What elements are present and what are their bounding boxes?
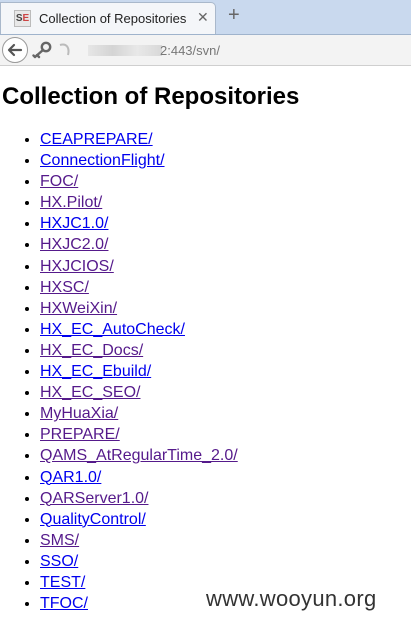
repository-link[interactable]: TEST/ xyxy=(40,574,85,591)
site-identity-icon[interactable] xyxy=(58,43,76,57)
repository-link[interactable]: HXWeiXin/ xyxy=(40,300,117,317)
list-item: QAMS_AtRegularTime_2.0/ xyxy=(40,445,238,466)
list-item: HX.Pilot/ xyxy=(40,192,238,213)
list-item: SSO/ xyxy=(40,551,238,572)
list-item: HXSC/ xyxy=(40,277,238,298)
repository-link[interactable]: HX_EC_Docs/ xyxy=(40,342,143,359)
key-icon[interactable] xyxy=(32,41,52,59)
list-item: QualityControl/ xyxy=(40,509,238,530)
repository-link[interactable]: MyHuaXia/ xyxy=(40,405,118,422)
repository-link[interactable]: QARServer1.0/ xyxy=(40,490,148,507)
repository-link[interactable]: HXJC1.0/ xyxy=(40,215,108,232)
list-item: FOC/ xyxy=(40,171,238,192)
new-tab-button[interactable]: + xyxy=(228,3,240,27)
close-tab-icon[interactable]: ✕ xyxy=(197,9,209,26)
list-item: SMS/ xyxy=(40,530,238,551)
repository-link[interactable]: HXJCIOS/ xyxy=(40,258,114,275)
back-button[interactable] xyxy=(2,37,28,63)
repository-link[interactable]: HX.Pilot/ xyxy=(40,194,102,211)
repository-link[interactable]: QualityControl/ xyxy=(40,511,146,528)
list-item: ConnectionFlight/ xyxy=(40,150,238,171)
address-bar-url[interactable]: 2:443/svn/ xyxy=(160,43,220,58)
repository-link[interactable]: HXJC2.0/ xyxy=(40,236,108,253)
repository-link[interactable]: HX_EC_SEO/ xyxy=(40,384,140,401)
repository-link[interactable]: HX_EC_AutoCheck/ xyxy=(40,321,185,338)
navigation-toolbar: 2:443/svn/ xyxy=(0,35,411,66)
repository-link[interactable]: PREPARE/ xyxy=(40,426,120,443)
list-item: CEAPREPARE/ xyxy=(40,129,238,150)
watermark: www.wooyun.org xyxy=(206,586,377,611)
repository-link[interactable]: HXSC/ xyxy=(40,279,89,296)
repository-link[interactable]: FOC/ xyxy=(40,173,78,190)
list-item: HX_EC_Docs/ xyxy=(40,340,238,361)
url-redacted-region xyxy=(88,45,162,56)
repository-link[interactable]: SMS/ xyxy=(40,532,79,549)
browser-tab[interactable]: SE Collection of Repositories ✕ xyxy=(0,2,216,34)
list-item: PREPARE/ xyxy=(40,424,238,445)
repository-link[interactable]: TFOC/ xyxy=(40,595,88,612)
repository-link[interactable]: QAMS_AtRegularTime_2.0/ xyxy=(40,447,238,464)
repository-link[interactable]: HX_EC_Ebuild/ xyxy=(40,363,151,380)
list-item: HXWeiXin/ xyxy=(40,298,238,319)
list-item: HXJCIOS/ xyxy=(40,256,238,277)
list-item: HX_EC_SEO/ xyxy=(40,382,238,403)
list-item: HX_EC_AutoCheck/ xyxy=(40,319,238,340)
list-item: QAR1.0/ xyxy=(40,467,238,488)
repository-list: CEAPREPARE/ConnectionFlight/FOC/HX.Pilot… xyxy=(0,129,238,614)
tab-title: Collection of Repositories xyxy=(39,11,187,26)
list-item: HXJC2.0/ xyxy=(40,234,238,255)
repository-link[interactable]: QAR1.0/ xyxy=(40,469,101,486)
list-item: HX_EC_Ebuild/ xyxy=(40,361,238,382)
repository-link[interactable]: SSO/ xyxy=(40,553,78,570)
tab-strip: SE Collection of Repositories ✕ + xyxy=(0,0,411,35)
back-arrow-icon xyxy=(7,43,23,57)
list-item: MyHuaXia/ xyxy=(40,403,238,424)
list-item: QARServer1.0/ xyxy=(40,488,238,509)
repository-link[interactable]: ConnectionFlight/ xyxy=(40,152,165,169)
page-title: Collection of Repositories xyxy=(2,83,300,110)
site-favicon-icon: SE xyxy=(14,10,31,27)
repository-link[interactable]: CEAPREPARE/ xyxy=(40,131,153,148)
list-item: HXJC1.0/ xyxy=(40,213,238,234)
page-content: Collection of Repositories CEAPREPARE/Co… xyxy=(0,66,411,627)
